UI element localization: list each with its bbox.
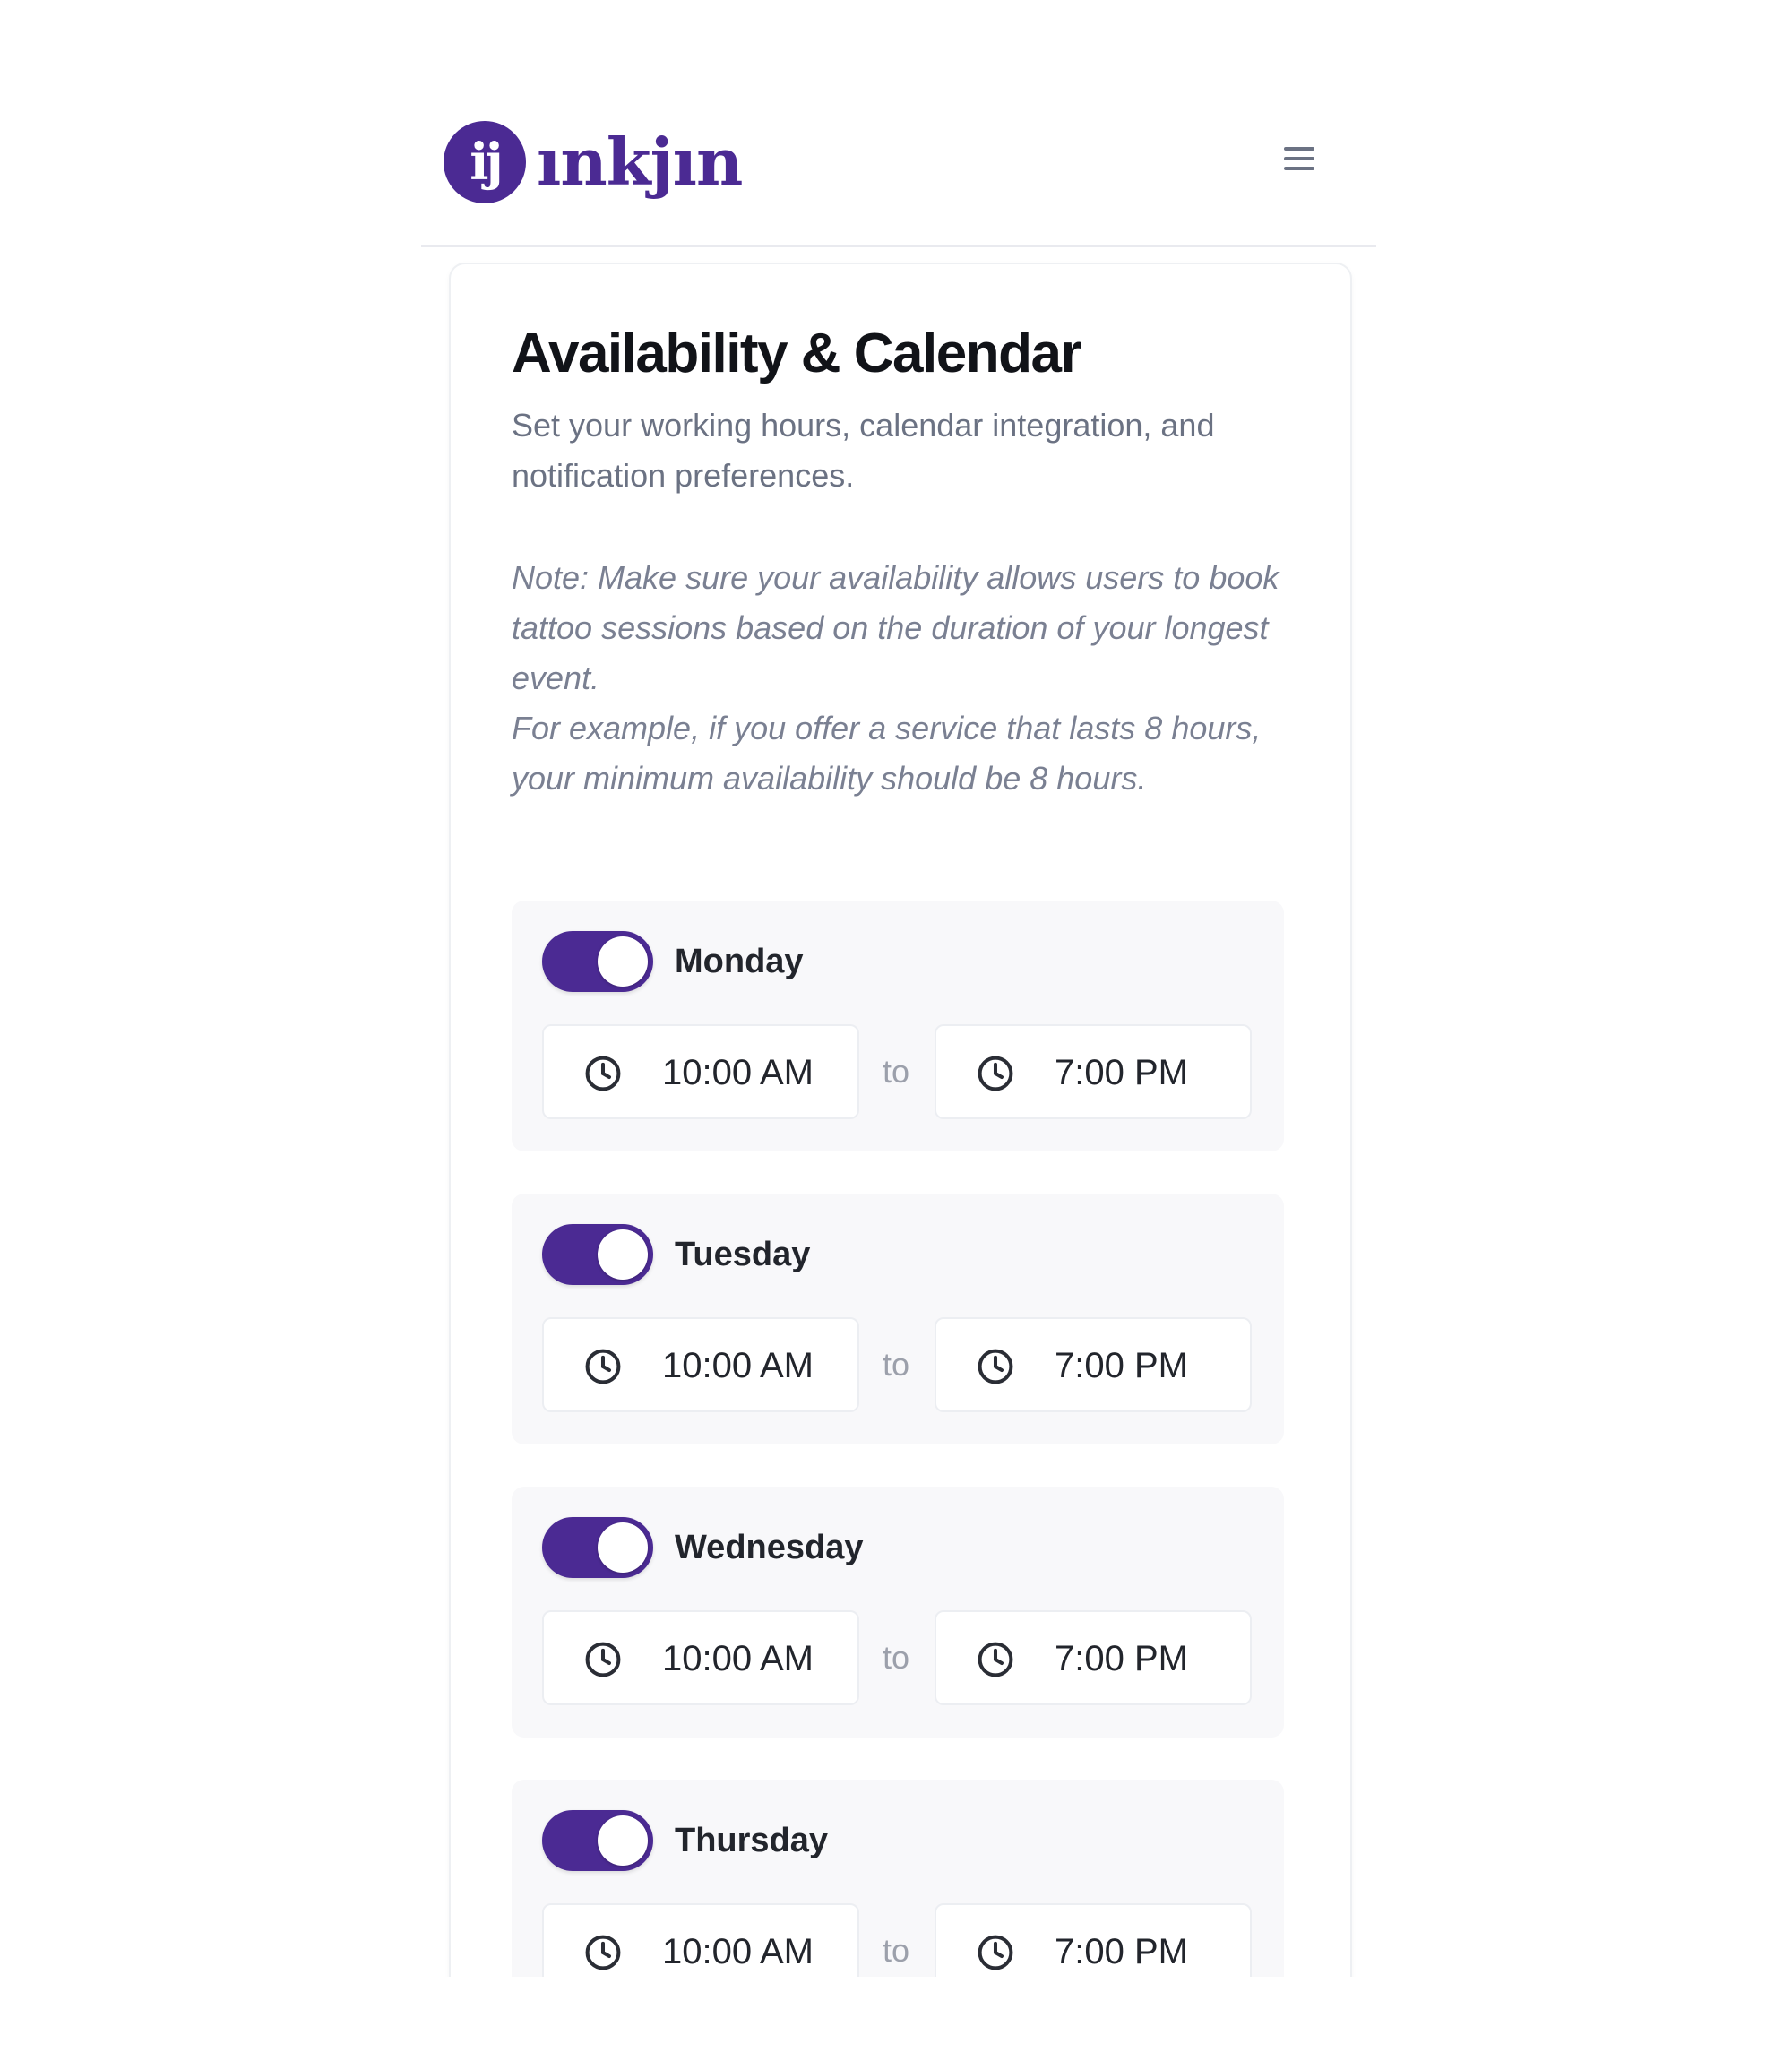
hamburger-menu-icon[interactable] (1281, 147, 1317, 179)
day-label: Monday (675, 943, 804, 980)
thursday-start-time-field[interactable]: 10:00 AM (542, 1903, 859, 1977)
day-row-tuesday: Tuesday 10:00 AM to 7:00 PM (512, 1194, 1284, 1444)
clock-icon (978, 1935, 1013, 1970)
clock-icon (978, 1349, 1013, 1384)
day-label: Thursday (675, 1822, 829, 1859)
tuesday-toggle[interactable] (542, 1224, 653, 1285)
app-frame: ij ınkjın Availability & Calendar Set yo… (421, 0, 1376, 1977)
page-title: Availability & Calendar (512, 323, 1082, 384)
logo-mark-icon: ij (444, 121, 526, 203)
toggle-knob (598, 1522, 648, 1573)
clock-icon (978, 1056, 1013, 1091)
clock-icon (978, 1642, 1013, 1677)
availability-note-text: Note: Make sure your availability allows… (512, 559, 1279, 797)
day-row-thursday: Thursday 10:00 AM to 7:00 PM (512, 1780, 1284, 1977)
clock-icon (585, 1349, 621, 1384)
monday-toggle[interactable] (542, 931, 653, 992)
page-subtitle: Set your working hours, calendar integra… (512, 407, 1215, 494)
start-time-value: 10:00 AM (662, 1639, 814, 1678)
end-time-value: 7:00 PM (1055, 1053, 1188, 1092)
start-time-value: 10:00 AM (662, 1053, 814, 1092)
toggle-knob (598, 1815, 648, 1866)
time-separator: to (883, 1932, 910, 1969)
time-separator: to (883, 1346, 910, 1383)
toggle-knob (598, 936, 648, 987)
wednesday-end-time-field[interactable]: 7:00 PM (935, 1610, 1252, 1705)
clock-icon (585, 1935, 621, 1970)
brand-logo[interactable]: ij ınkjın (444, 121, 743, 203)
availability-card: Availability & Calendar Set your working… (449, 263, 1352, 1977)
day-label: Tuesday (675, 1236, 811, 1273)
thursday-end-time-field[interactable]: 7:00 PM (935, 1903, 1252, 1977)
end-time-value: 7:00 PM (1055, 1639, 1188, 1678)
clock-icon (585, 1056, 621, 1091)
day-label: Wednesday (675, 1529, 864, 1566)
day-row-wednesday: Wednesday 10:00 AM to 7:00 PM (512, 1487, 1284, 1738)
toggle-knob (598, 1229, 648, 1280)
end-time-value: 7:00 PM (1055, 1346, 1188, 1385)
tuesday-start-time-field[interactable]: 10:00 AM (542, 1317, 859, 1412)
monday-start-time-field[interactable]: 10:00 AM (542, 1024, 859, 1119)
availability-note: Note: Make sure your availability allows… (512, 553, 1300, 804)
thursday-toggle[interactable] (542, 1810, 653, 1871)
wednesday-start-time-field[interactable]: 10:00 AM (542, 1610, 859, 1705)
end-time-value: 7:00 PM (1055, 1932, 1188, 1971)
time-separator: to (883, 1053, 910, 1090)
time-separator: to (883, 1639, 910, 1676)
start-time-value: 10:00 AM (662, 1932, 814, 1971)
clock-icon (585, 1642, 621, 1677)
wednesday-toggle[interactable] (542, 1517, 653, 1578)
brand-name: ınkjın (537, 124, 743, 200)
tuesday-end-time-field[interactable]: 7:00 PM (935, 1317, 1252, 1412)
start-time-value: 10:00 AM (662, 1346, 814, 1385)
day-row-monday: Monday 10:00 AM to 7:00 PM (512, 901, 1284, 1151)
top-header: ij ınkjın (421, 0, 1376, 247)
monday-end-time-field[interactable]: 7:00 PM (935, 1024, 1252, 1119)
